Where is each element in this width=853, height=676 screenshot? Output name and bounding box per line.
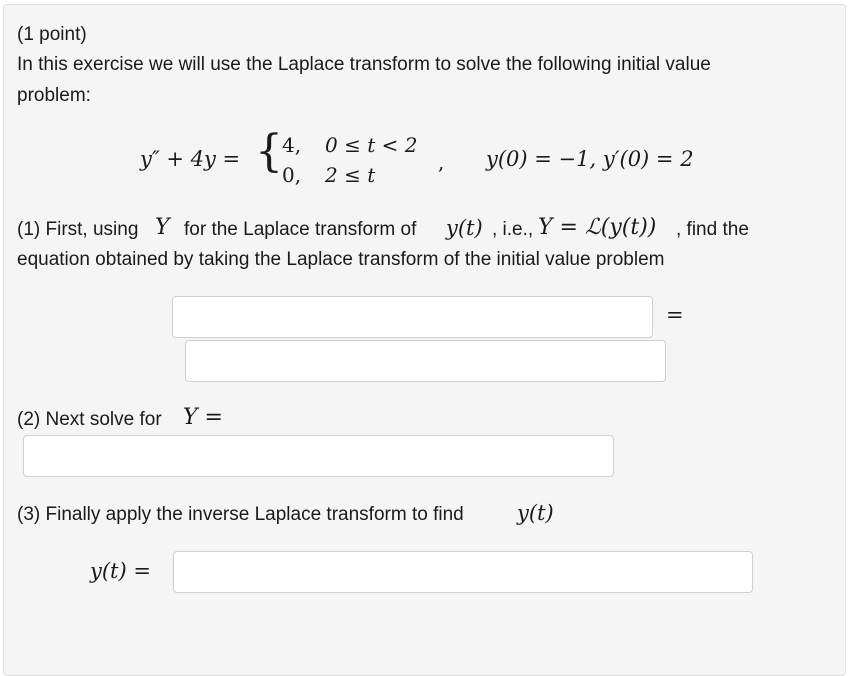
part3-text: (3) Finally apply the inverse Laplace tr… [17,504,464,525]
part2-var-Y: Y = [183,405,223,430]
part1-text-before: (1) First, using [17,219,139,240]
equation-separator: , [438,150,445,174]
part1-y-of-t: y(t) [446,216,483,240]
part1-text-mid2: , i.e., [492,219,534,240]
points-label: (1 point) [17,24,87,45]
intro-text-line2: problem: [17,85,91,106]
case2-value: 0, [282,163,302,187]
Y-solution-input[interactable] [23,435,614,477]
equals-sign: = [666,303,684,327]
part2-text: (2) Next solve for [17,409,162,430]
part3-var-y-of-t: y(t) [517,501,554,525]
laplace-lhs-input[interactable] [172,296,653,338]
left-brace-symbol: { [255,126,283,177]
case2-condition: 2 ≤ t [325,163,376,187]
y-of-t-input[interactable] [173,551,753,593]
part1-text-line2: equation obtained by taking the Laplace … [17,249,665,270]
part1-var-Y: Y [155,215,170,240]
intro-text-line1: In this exercise we will use the Laplace… [17,54,711,75]
equation-lhs: y″ + 4y = [140,147,241,171]
part1-text-after: , find the [676,219,749,240]
case1-condition: 0 ≤ t < 2 [325,133,418,157]
yt-label: y(t) = [90,559,151,583]
part1-text-mid1: for the Laplace transform of [184,219,417,240]
initial-conditions: y(0) = −1, y′(0) = 2 [486,147,694,171]
part1-laplace-def: Y = ℒ(y(t)) [538,215,657,240]
case1-value: 4, [282,133,302,157]
laplace-rhs-input[interactable] [185,340,666,382]
